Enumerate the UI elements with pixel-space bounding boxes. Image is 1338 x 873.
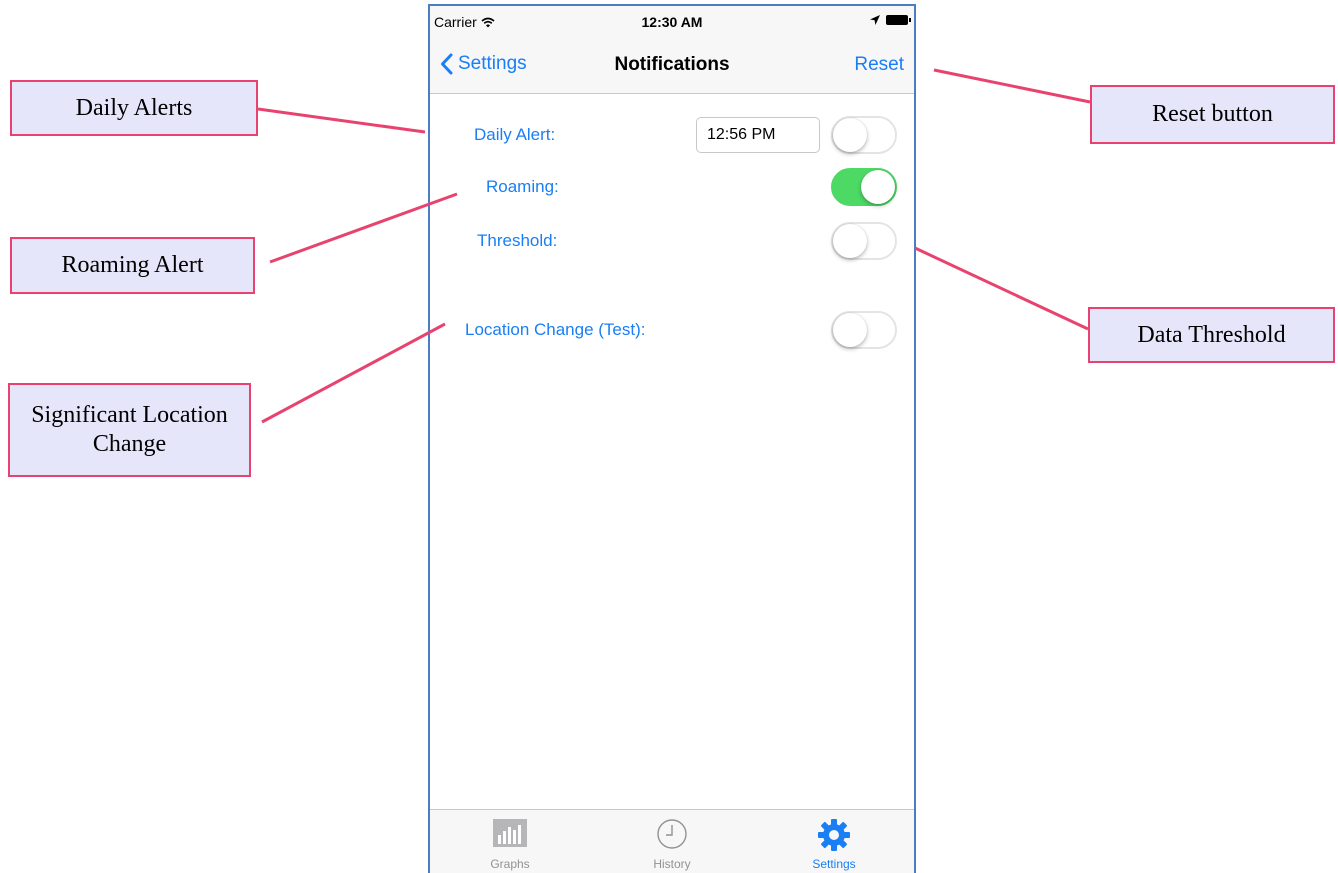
tab-history[interactable]: History	[592, 810, 752, 873]
location-arrow-icon	[870, 15, 880, 25]
threshold-toggle[interactable]	[831, 222, 897, 260]
tab-graphs[interactable]: Graphs	[430, 810, 590, 873]
status-right	[870, 15, 911, 25]
reset-button[interactable]: Reset	[854, 54, 904, 76]
back-settings-button[interactable]: Settings	[440, 53, 527, 75]
battery-icon	[886, 15, 911, 25]
tab-settings-label: Settings	[812, 857, 856, 871]
callout-reset-button: Reset button	[1090, 85, 1335, 144]
toggle-knob	[833, 224, 867, 258]
roaming-toggle[interactable]	[831, 168, 897, 206]
clock-icon	[657, 819, 687, 849]
daily-alert-time-field[interactable]	[696, 117, 820, 153]
tab-history-label: History	[653, 857, 691, 871]
tab-bar: Graphs History Settings	[430, 809, 914, 873]
callout-daily-alerts: Daily Alerts	[10, 80, 258, 136]
connector-reset	[933, 68, 1091, 104]
bar-chart-icon	[493, 819, 527, 847]
status-bar: Carrier 12:30 AM	[430, 6, 914, 36]
daily-alert-label: Daily Alert:	[474, 125, 556, 144]
phone-screen: Carrier 12:30 AM Settings Notifications …	[428, 4, 916, 873]
chevron-left-icon	[441, 53, 453, 75]
tab-settings[interactable]: Settings	[754, 810, 914, 873]
connector-threshold	[914, 246, 1089, 331]
connector-location	[261, 322, 446, 424]
gear-icon	[818, 819, 850, 851]
callout-data-threshold: Data Threshold	[1088, 307, 1335, 363]
tab-graphs-label: Graphs	[490, 857, 530, 871]
toggle-knob	[861, 170, 895, 204]
location-change-label: Location Change (Test):	[465, 320, 646, 339]
roaming-label: Roaming:	[486, 177, 559, 196]
callout-significant-location: Significant Location Change	[8, 383, 251, 477]
callout-roaming-alert: Roaming Alert	[10, 237, 255, 294]
connector-daily-alerts	[257, 107, 426, 134]
navigation-bar: Settings Notifications Reset	[430, 36, 914, 94]
threshold-label: Threshold:	[477, 231, 558, 250]
toggle-knob	[833, 118, 867, 152]
toggle-knob	[833, 313, 867, 347]
daily-alert-toggle[interactable]	[831, 116, 897, 154]
status-time: 12:30 AM	[641, 14, 703, 30]
back-label: Settings	[458, 53, 527, 74]
location-change-toggle[interactable]	[831, 311, 897, 349]
